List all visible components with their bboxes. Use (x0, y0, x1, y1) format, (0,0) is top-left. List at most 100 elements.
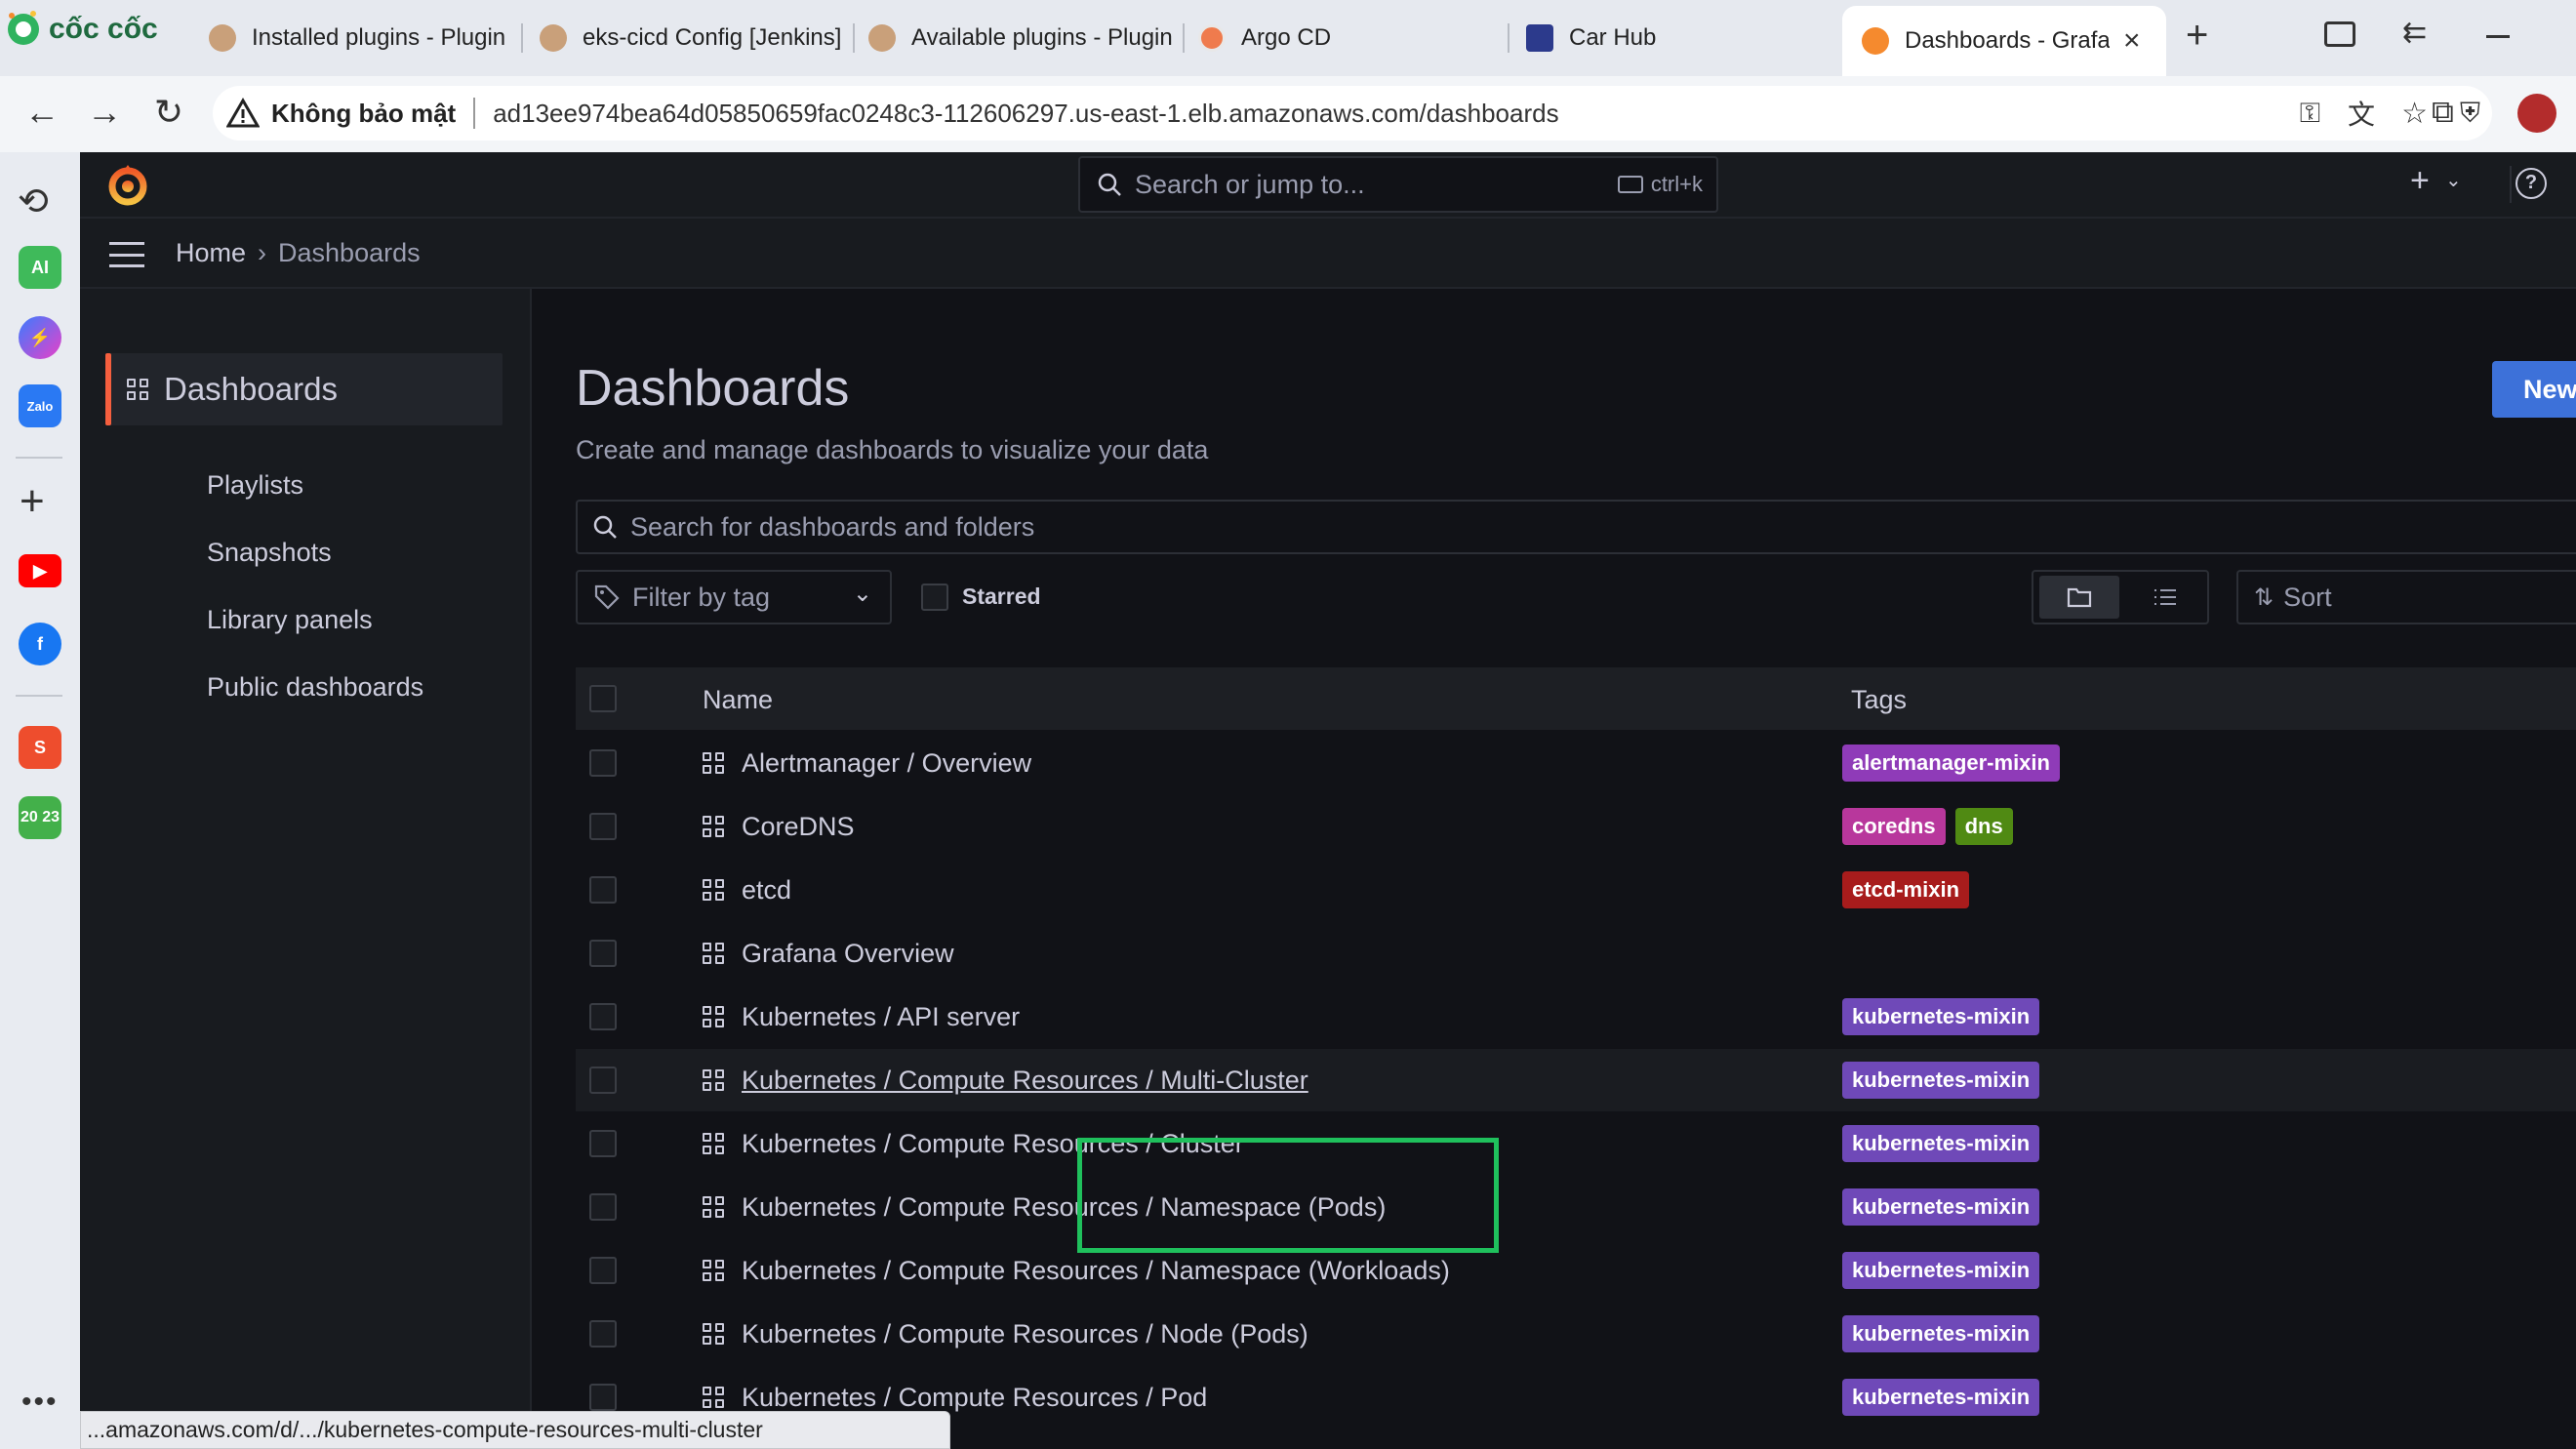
history-icon[interactable]: ⟲ (18, 180, 49, 223)
table-row[interactable]: Alertmanager / Overview alertmanager-mixi… (576, 732, 2576, 794)
new-tab-icon[interactable]: + (2186, 14, 2208, 58)
tab-dashboards-grafana[interactable]: Dashboards - Grafan × (1842, 6, 2166, 76)
close-tab-icon[interactable]: × (2123, 24, 2141, 58)
dashboard-link[interactable]: Kubernetes / Compute Resources / Pod (742, 1383, 1207, 1413)
nav-item-snapshots[interactable]: Snapshots (207, 538, 332, 568)
sort-select[interactable]: ⇅ Sort (2236, 570, 2576, 624)
tag-badge[interactable]: kubernetes-mixin (1842, 1315, 2040, 1352)
profile-avatar[interactable] (2517, 94, 2556, 133)
shopee-icon[interactable]: S (19, 726, 61, 769)
shield-icon[interactable]: ⛨ (2460, 98, 2480, 130)
nav-item-library-panels[interactable]: Library panels (207, 605, 373, 635)
tag-badge[interactable]: etcd-mixin (1842, 871, 1970, 908)
row-checkbox[interactable] (589, 1193, 617, 1221)
row-checkbox[interactable] (589, 1384, 617, 1411)
more-icon[interactable]: ••• (21, 1386, 59, 1419)
tab-installed-plugins[interactable]: Installed plugins - Plugin (209, 10, 544, 66)
nav-item-dashboards[interactable]: Dashboards (105, 353, 503, 425)
filter-by-tag-select[interactable]: Filter by tag ⌄ (576, 570, 892, 624)
tag-badge[interactable]: kubernetes-mixin (1842, 1125, 2040, 1162)
table-row[interactable]: Kubernetes / API server kubernetes-mixin (576, 986, 2576, 1048)
tab-search-icon[interactable]: ⇇ (2402, 16, 2427, 50)
facebook-icon[interactable]: f (19, 623, 61, 665)
tab-argo-cd[interactable]: Argo CD (1198, 10, 1331, 66)
dashboard-link[interactable]: Grafana Overview (742, 939, 954, 969)
new-button[interactable]: New (2492, 361, 2576, 418)
dashboard-search-input[interactable]: Search for dashboards and folders (576, 500, 2576, 554)
dashboard-link[interactable]: Kubernetes / Compute Resources / Multi-C… (742, 1066, 1308, 1096)
tab-available-plugins[interactable]: Available plugins - Plugin (868, 10, 1204, 66)
zalo-icon[interactable]: Zalo (19, 384, 61, 427)
url-text[interactable]: ad13ee974bea64d05850659fac0248c3-1126062… (493, 99, 1558, 129)
calendar-icon[interactable]: 20 23 (19, 796, 61, 839)
global-search-input[interactable]: Search or jump to... ctrl+k (1078, 156, 1718, 213)
folder-view-button[interactable] (2039, 576, 2119, 619)
tag-list: alertmanager-mixin (1842, 745, 2060, 782)
add-new-icon[interactable]: + (2410, 162, 2430, 200)
row-checkbox[interactable] (589, 940, 617, 967)
starred-checkbox[interactable] (921, 584, 948, 611)
help-icon[interactable]: ? (2516, 168, 2547, 199)
password-key-icon[interactable]: ⚿ (2300, 98, 2320, 130)
row-checkbox[interactable] (589, 1067, 617, 1094)
dashboard-link[interactable]: Kubernetes / Compute Resources / Node (P… (742, 1319, 1308, 1349)
dashboard-link[interactable]: CoreDNS (742, 812, 855, 842)
tab-eks-cicd-config[interactable]: eks-cicd Config [Jenkins] (540, 10, 841, 66)
grafana-logo-icon[interactable] (105, 162, 150, 207)
bookmark-star-icon[interactable]: ☆ (2401, 97, 2428, 131)
dashboard-link[interactable]: Kubernetes / API server (742, 1002, 1020, 1032)
table-row[interactable]: Kubernetes / Compute Resources / Namespa… (576, 1176, 2576, 1238)
tag-badge[interactable]: dns (1954, 808, 2013, 845)
tag-badge[interactable]: alertmanager-mixin (1842, 745, 2060, 782)
nav-item-playlists[interactable]: Playlists (207, 470, 303, 501)
row-checkbox[interactable] (589, 1003, 617, 1030)
row-checkbox[interactable] (589, 813, 617, 840)
tag-badge[interactable]: kubernetes-mixin (1842, 998, 2040, 1035)
address-bar[interactable]: Không bảo mật ad13ee974bea64d05850659fac… (213, 86, 2492, 141)
select-all-checkbox[interactable] (589, 685, 617, 712)
youtube-icon[interactable]: ▶ (19, 554, 61, 587)
table-row[interactable]: CoreDNS coredns dns (576, 795, 2576, 858)
menu-toggle-icon[interactable] (109, 242, 144, 267)
tag-badge[interactable]: coredns (1842, 808, 1946, 845)
table-row[interactable]: Kubernetes / Compute Resources / Cluster… (576, 1112, 2576, 1175)
tag-badge[interactable]: kubernetes-mixin (1842, 1188, 2040, 1226)
screen-capture-icon[interactable] (2324, 21, 2355, 47)
row-checkbox[interactable] (589, 1130, 617, 1157)
reload-icon[interactable]: ↻ (146, 92, 191, 133)
row-checkbox[interactable] (589, 749, 617, 777)
tag-badge[interactable]: kubernetes-mixin (1842, 1252, 2040, 1289)
table-row[interactable]: etcd etcd-mixin (576, 859, 2576, 921)
dashboard-link[interactable]: etcd (742, 875, 791, 906)
back-icon[interactable]: ← (20, 92, 64, 133)
ai-assistant-icon[interactable]: AI (19, 246, 61, 289)
messenger-icon[interactable]: ⚡ (19, 316, 61, 359)
view-toggle (2032, 570, 2209, 624)
minimize-icon[interactable] (2486, 35, 2510, 38)
browser-logo[interactable]: cốc cốc (4, 10, 158, 49)
extensions-icon[interactable]: ⧉ (2432, 94, 2454, 131)
breadcrumb: Home › Dashboards (176, 238, 421, 268)
dashboard-link[interactable]: Kubernetes / Compute Resources / Namespa… (742, 1256, 1450, 1286)
starred-label[interactable]: Starred (962, 584, 1041, 610)
row-checkbox[interactable] (589, 1320, 617, 1348)
table-row[interactable]: Kubernetes / Compute Resources / Multi-C… (576, 1049, 2576, 1111)
forward-icon[interactable]: → (82, 92, 127, 133)
nav-item-public-dashboards[interactable]: Public dashboards (207, 672, 423, 703)
table-row[interactable]: Grafana Overview (576, 922, 2576, 985)
chevron-down-icon[interactable]: ⌄ (2445, 168, 2462, 192)
row-checkbox[interactable] (589, 1257, 617, 1284)
row-checkbox[interactable] (589, 876, 617, 904)
dashboard-grid-icon (703, 943, 724, 964)
translate-icon[interactable]: 文 (2348, 94, 2375, 133)
security-label[interactable]: Không bảo mật (271, 99, 456, 129)
table-row[interactable]: Kubernetes / Compute Resources / Namespa… (576, 1239, 2576, 1302)
dashboard-link[interactable]: Alertmanager / Overview (742, 748, 1031, 779)
add-sidebar-item-icon[interactable]: + (20, 480, 45, 523)
tag-badge[interactable]: kubernetes-mixin (1842, 1379, 2040, 1416)
breadcrumb-home-link[interactable]: Home (176, 238, 246, 268)
table-row[interactable]: Kubernetes / Compute Resources / Node (P… (576, 1303, 2576, 1365)
list-view-button[interactable] (2125, 576, 2205, 619)
tab-car-hub[interactable]: Car Hub (1526, 10, 1656, 66)
tag-badge[interactable]: kubernetes-mixin (1842, 1062, 2040, 1099)
